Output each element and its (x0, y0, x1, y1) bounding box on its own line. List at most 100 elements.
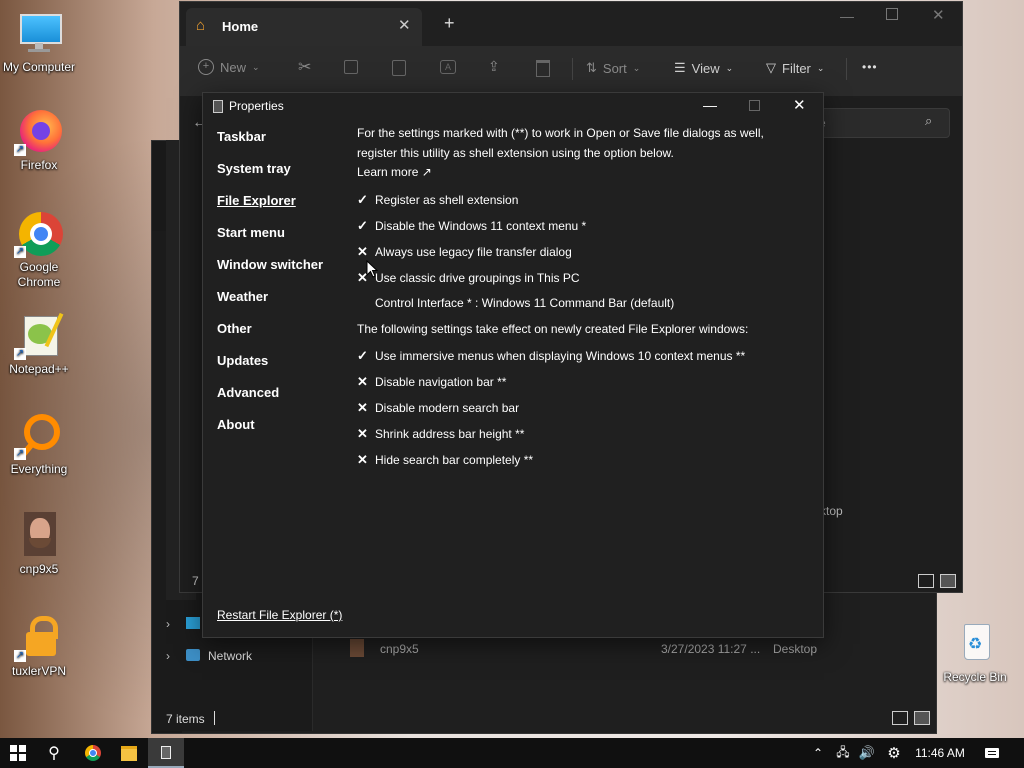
search-icon: ⚲ (48, 745, 60, 762)
app-icon (213, 99, 223, 113)
option-hide-search-bar[interactable]: ✕ Hide search bar completely ** (357, 452, 533, 468)
desktop-icon-label: Everything (10, 462, 68, 476)
share-icon[interactable]: ⇪ (488, 58, 500, 75)
nav-other[interactable]: Other (217, 321, 252, 336)
close-tab-icon[interactable]: ✕ (398, 16, 411, 34)
option-disable-modern-search[interactable]: ✕ Disable modern search bar (357, 400, 519, 416)
start-button[interactable] (0, 738, 36, 768)
minimize-icon[interactable]: — (703, 97, 717, 113)
file-date: 3/27/2023 11:27 ... (661, 642, 761, 656)
view-label: View (691, 60, 720, 76)
new-tab-icon[interactable]: + (444, 13, 455, 34)
nav-about[interactable]: About (217, 417, 255, 432)
nav-system-tray[interactable]: System tray (217, 161, 291, 176)
option-label: Use classic drive groupings in This PC (375, 271, 580, 285)
desktop-icon-everything[interactable]: ↗ Everything (0, 412, 78, 476)
nav-start-menu[interactable]: Start menu (217, 225, 285, 240)
nav-advanced[interactable]: Advanced (217, 385, 279, 400)
desktop-icon-user-file[interactable]: cnp9x5 (0, 512, 78, 576)
chrome-icon (85, 745, 101, 761)
recycle-bin-icon: ♻ (952, 620, 998, 666)
shortcut-arrow-icon: ↗ (14, 348, 26, 360)
desktop-icon-firefox[interactable]: ↗ Firefox (0, 108, 78, 172)
option-control-interface[interactable]: Control Interface * : Windows 11 Command… (357, 296, 674, 310)
sort-button[interactable]: ⇅ Sort ⌄ (586, 60, 640, 76)
option-disable-navigation-bar[interactable]: ✕ Disable navigation bar ** (357, 374, 506, 390)
nav-item-network[interactable]: Network (208, 649, 252, 663)
desktop-icon-label: Notepad++ (9, 362, 69, 376)
cross-icon: ✕ (357, 244, 368, 259)
show-hidden-icons-chevron-up-icon[interactable]: ⌃ (808, 738, 828, 768)
notifications-button[interactable] (978, 738, 1006, 768)
tiles-view-icon[interactable] (940, 574, 956, 588)
paste-icon[interactable] (392, 60, 406, 76)
nav-taskbar[interactable]: Taskbar (217, 129, 266, 144)
close-icon[interactable]: ✕ (793, 96, 806, 114)
option-disable-win11-context-menu[interactable]: ✓ Disable the Windows 11 context menu * (357, 218, 586, 234)
more-options-button[interactable]: ••• (862, 60, 878, 74)
taskbar-properties[interactable] (148, 738, 184, 768)
chevron-right-icon[interactable]: › (166, 617, 170, 631)
view-button[interactable]: ☰ View ⌄ (674, 60, 733, 76)
delete-icon[interactable] (536, 60, 550, 77)
clock[interactable]: 11:46 AM (910, 738, 970, 768)
monitor-icon (16, 10, 62, 56)
option-classic-drive-groupings[interactable]: ✕ Use classic drive groupings in This PC (357, 270, 580, 286)
maximize-icon[interactable] (886, 8, 898, 20)
maximize-icon[interactable] (749, 100, 760, 111)
search-box[interactable]: e ⌕ (810, 108, 950, 138)
taskbar-file-explorer[interactable] (112, 738, 146, 768)
option-label: Hide search bar completely ** (375, 453, 534, 467)
tiles-view-icon[interactable] (914, 711, 930, 725)
folder-icon (121, 745, 137, 761)
volume-icon[interactable]: 🔊 (856, 738, 878, 768)
chrome-icon: ↗ (14, 210, 63, 258)
option-immersive-menus[interactable]: ✓ Use immersive menus when displaying Wi… (357, 348, 745, 364)
new-button[interactable]: + New ⌄ (198, 59, 260, 75)
learn-more-link[interactable]: Learn more ↗ (357, 165, 432, 179)
desktop-icon-chrome[interactable]: ↗ Google Chrome (0, 210, 78, 290)
rename-icon[interactable]: A (440, 60, 456, 74)
taskbar: ⚲ ⌃ 🖧 🔊 ⚙ 11:46 AM (0, 738, 1024, 768)
windows-logo-icon (10, 745, 26, 761)
network-tray-icon[interactable]: 🖧 (832, 738, 854, 768)
nav-window-switcher[interactable]: Window switcher (217, 257, 323, 272)
cross-icon: ✕ (357, 426, 368, 441)
toolbar-divider (846, 58, 847, 80)
nav-updates[interactable]: Updates (217, 353, 268, 368)
nav-file-explorer[interactable]: File Explorer (217, 193, 296, 208)
option-shrink-address-bar[interactable]: ✕ Shrink address bar height ** (357, 426, 524, 442)
option-legacy-file-transfer[interactable]: ✕ Always use legacy file transfer dialog (357, 244, 572, 260)
minimize-icon[interactable]: — (840, 8, 854, 24)
details-view-icon[interactable] (892, 711, 908, 725)
chevron-right-icon[interactable]: › (166, 649, 170, 663)
search-taskbar-button[interactable]: ⚲ (36, 738, 72, 768)
desktop-icon-notepadpp[interactable]: ↗ Notepad++ (0, 312, 78, 376)
option-register-shell-extension[interactable]: ✓ Register as shell extension (357, 192, 518, 208)
details-view-icon[interactable] (918, 574, 934, 588)
desktop-icon-label: cnp9x5 (19, 562, 59, 576)
desktop-icon-my-computer[interactable]: My Computer (0, 10, 78, 74)
desktop-icon-label: Google Chrome (17, 260, 61, 289)
cross-icon: ✕ (357, 400, 368, 415)
shortcut-arrow-icon: ↗ (14, 246, 26, 258)
filter-button[interactable]: ▽ Filter ⌄ (766, 60, 824, 76)
desktop-icon-tuxlervpn[interactable]: ↗ tuxlerVPN (0, 614, 78, 678)
close-window-icon[interactable]: ✕ (932, 6, 945, 24)
file-name[interactable]: cnp9x5 (380, 642, 419, 656)
desktop-icon-recycle-bin[interactable]: ♻ Recycle Bin (936, 620, 1014, 684)
photo-thumbnail-icon (16, 512, 62, 558)
sort-icon: ⇅ (586, 60, 597, 75)
dialog-title: Properties (229, 99, 284, 113)
nav-weather[interactable]: Weather (217, 289, 268, 304)
firefox-icon: ↗ (14, 108, 62, 156)
search-icon: ⌕ (925, 113, 933, 128)
cut-icon[interactable]: ✂ (298, 57, 311, 77)
desktop-icon-label: Firefox (20, 158, 58, 172)
copy-icon[interactable] (344, 60, 358, 74)
gear-icon[interactable]: ⚙ (882, 738, 906, 768)
taskbar-chrome[interactable] (76, 738, 110, 768)
restart-explorer-link[interactable]: Restart File Explorer (*) (217, 608, 342, 622)
tab-home[interactable]: ⌂ Home ✕ (186, 8, 422, 46)
desktop-icon-label: Recycle Bin (943, 670, 1007, 684)
